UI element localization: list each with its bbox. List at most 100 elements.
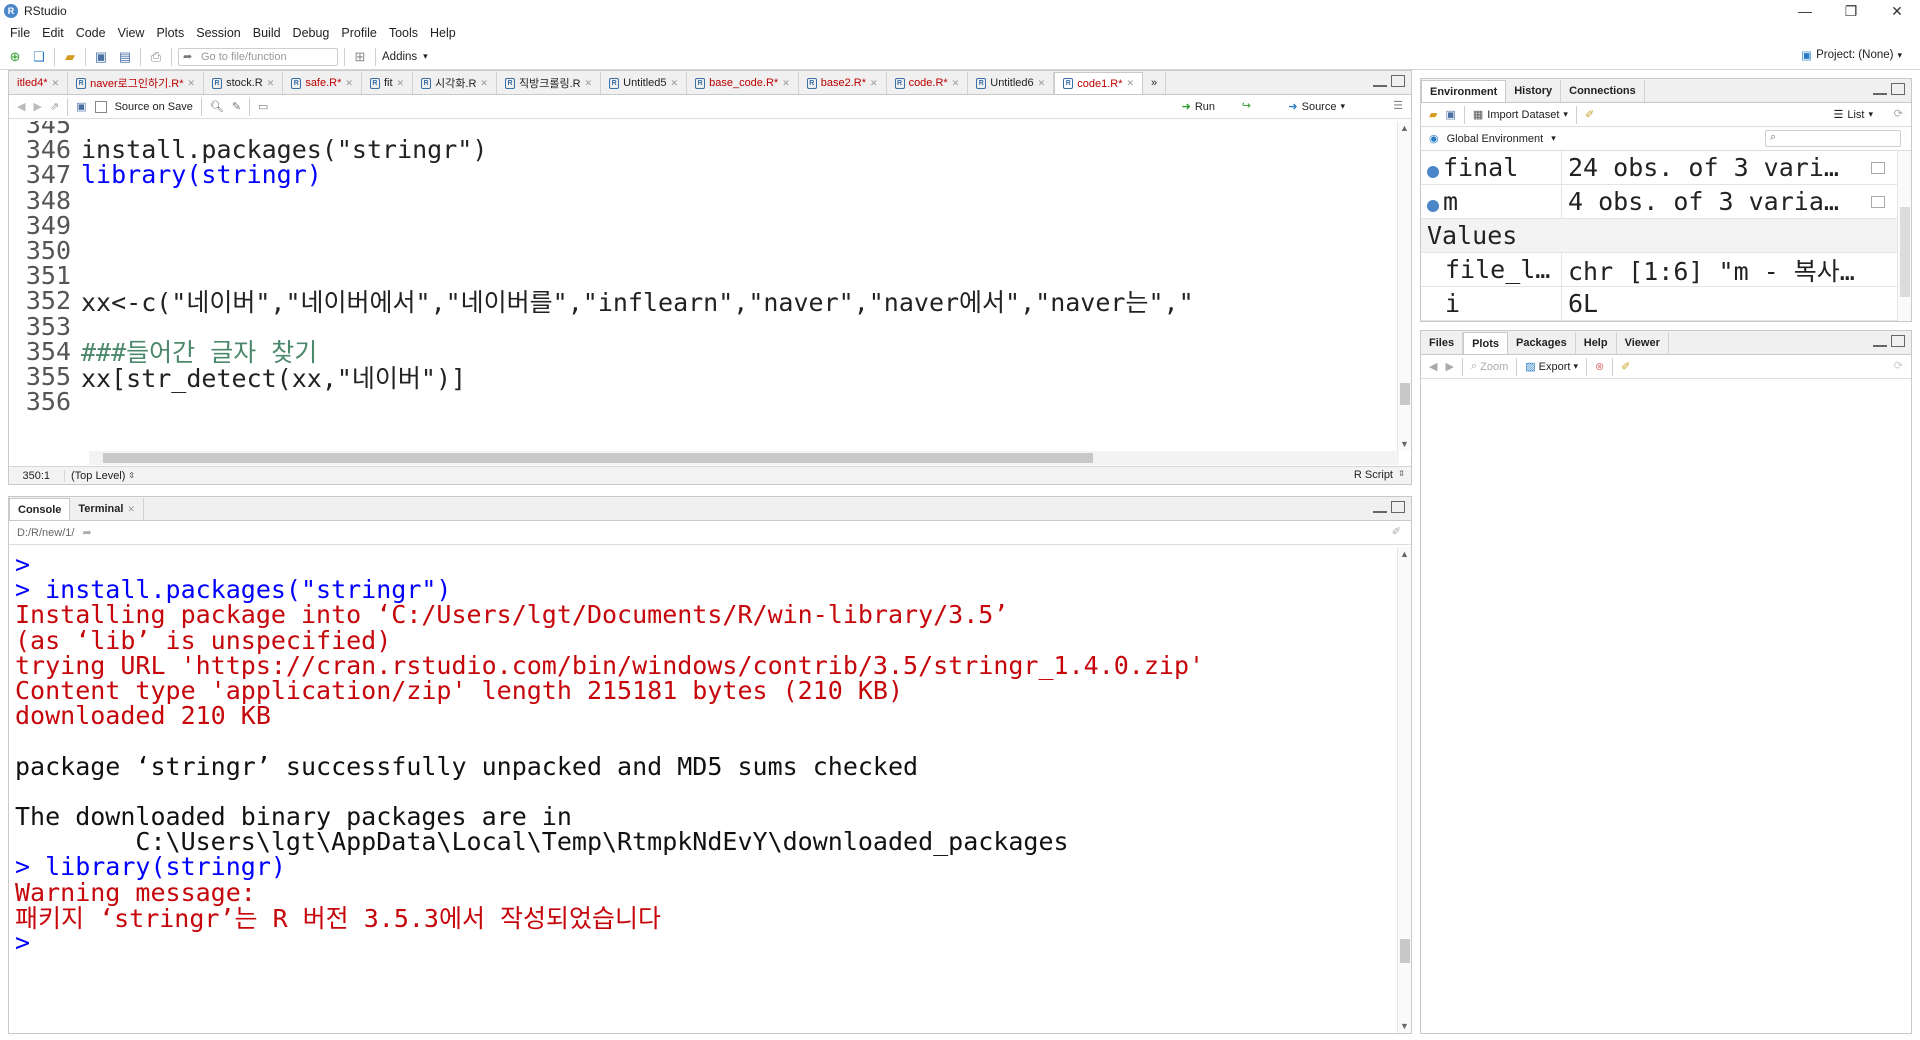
menu-plots[interactable]: Plots bbox=[150, 26, 190, 40]
clear-console-broom-icon[interactable]: ✐ bbox=[1392, 525, 1401, 538]
save-all-icon[interactable]: ▤ bbox=[116, 48, 134, 66]
import-dataset-button[interactable]: ▦ Import Dataset ▾ bbox=[1473, 108, 1568, 122]
close-icon[interactable]: ✕ bbox=[585, 78, 593, 89]
forward-arrow-icon[interactable]: ▶ bbox=[33, 100, 41, 113]
scroll-thumb[interactable] bbox=[1400, 939, 1410, 963]
editor-tab[interactable]: Rcode1.R* ✕ bbox=[1054, 72, 1144, 94]
tab-environment[interactable]: Environment bbox=[1421, 80, 1507, 102]
menu-tools[interactable]: Tools bbox=[383, 26, 424, 40]
minimize-pane-icon[interactable] bbox=[1873, 91, 1887, 95]
env-row-m[interactable]: m 4 obs. of 3 varia… bbox=[1421, 185, 1899, 219]
editor-horizontal-scrollbar[interactable] bbox=[89, 451, 1399, 465]
menu-session[interactable]: Session bbox=[190, 26, 246, 40]
editor-tab[interactable]: R Untitled6 ✕ bbox=[968, 72, 1055, 94]
close-icon[interactable]: ✕ bbox=[345, 78, 353, 89]
scroll-down-icon[interactable]: ▼ bbox=[1400, 439, 1409, 449]
save-workspace-icon[interactable]: ▣ bbox=[1445, 108, 1455, 121]
menu-debug[interactable]: Debug bbox=[287, 26, 336, 40]
scope-selector[interactable]: Global Environment bbox=[1447, 133, 1544, 145]
menu-edit[interactable]: Edit bbox=[36, 26, 70, 40]
h-scroll-thumb[interactable] bbox=[103, 453, 1093, 463]
editor-vertical-scrollbar[interactable]: ▲ ▼ bbox=[1397, 121, 1411, 451]
menu-profile[interactable]: Profile bbox=[335, 26, 382, 40]
scroll-thumb[interactable] bbox=[1900, 207, 1910, 297]
close-icon[interactable]: ✕ bbox=[671, 78, 679, 89]
source-button[interactable]: ➜ Source ▾ bbox=[1288, 100, 1345, 114]
back-arrow-icon[interactable]: ◀ bbox=[17, 100, 25, 113]
scroll-thumb[interactable] bbox=[1400, 383, 1410, 405]
editor-tab[interactable]: Rfit ✕ bbox=[362, 72, 414, 94]
close-icon[interactable]: ✕ bbox=[952, 78, 960, 89]
list-view-selector[interactable]: ☰ List ▾ bbox=[1833, 108, 1873, 122]
view-data-icon[interactable] bbox=[1871, 195, 1885, 208]
expand-icon[interactable] bbox=[1427, 200, 1439, 212]
minimize-button[interactable]: — bbox=[1782, 0, 1828, 22]
environment-search-input[interactable]: ⌕ bbox=[1765, 130, 1901, 147]
tab-help[interactable]: Help bbox=[1576, 332, 1617, 354]
scroll-down-icon[interactable]: ▼ bbox=[1400, 1021, 1409, 1031]
tab-terminal[interactable]: Terminal ✕ bbox=[70, 498, 144, 520]
menu-file[interactable]: File bbox=[4, 26, 36, 40]
document-outline-icon[interactable]: ☰ bbox=[1393, 99, 1403, 112]
grid-layout-icon[interactable]: ⊞ bbox=[351, 48, 369, 66]
scope-selector[interactable]: (Top Level) bbox=[65, 470, 125, 482]
maximize-pane-icon[interactable] bbox=[1891, 83, 1905, 95]
export-button[interactable]: ▨ Export ▾ bbox=[1525, 360, 1578, 374]
close-icon[interactable]: ✕ bbox=[267, 78, 275, 89]
expand-icon[interactable] bbox=[1427, 166, 1439, 178]
editor-tab[interactable]: Rnaver로그인하기.R* ✕ bbox=[68, 72, 205, 94]
open-folder-icon[interactable]: ▰ bbox=[61, 48, 79, 66]
back-arrow-icon[interactable]: ◀ bbox=[1429, 360, 1437, 373]
editor-tab[interactable]: R 직방크롤링.R ✕ bbox=[497, 72, 602, 94]
maximize-pane-icon[interactable] bbox=[1891, 335, 1905, 347]
new-file-icon[interactable]: ⊕ bbox=[6, 48, 24, 66]
editor-tab[interactable]: Rbase2.R* ✕ bbox=[799, 72, 887, 94]
restore-button[interactable]: ❐ bbox=[1828, 0, 1874, 22]
env-row-final[interactable]: final 24 obs. of 3 vari… bbox=[1421, 151, 1899, 185]
rerun-icon[interactable]: ↪ bbox=[1242, 99, 1251, 112]
tab-files[interactable]: Files bbox=[1421, 332, 1464, 354]
close-icon[interactable]: ✕ bbox=[870, 78, 878, 89]
close-icon[interactable]: ✕ bbox=[52, 78, 60, 89]
editor-tab[interactable]: R 시각화.R ✕ bbox=[413, 72, 497, 94]
project-menu[interactable]: ▣ Project: (None) ▾ bbox=[1801, 48, 1902, 62]
more-tabs-chevron-icon[interactable]: » bbox=[1143, 72, 1167, 94]
close-icon[interactable]: ✕ bbox=[480, 78, 488, 89]
tab-history[interactable]: History bbox=[1506, 80, 1562, 102]
close-icon[interactable]: ✕ bbox=[188, 78, 196, 89]
scroll-up-icon[interactable]: ▲ bbox=[1400, 123, 1409, 133]
tab-connections[interactable]: Connections bbox=[1561, 80, 1645, 102]
addins-menu[interactable]: Addins bbox=[382, 51, 417, 63]
magic-wand-icon[interactable]: ✎ bbox=[232, 100, 241, 113]
menu-view[interactable]: View bbox=[112, 26, 151, 40]
tab-packages[interactable]: Packages bbox=[1508, 332, 1576, 354]
scroll-up-icon[interactable]: ▲ bbox=[1400, 549, 1409, 559]
menu-build[interactable]: Build bbox=[247, 26, 287, 40]
close-icon[interactable]: ✕ bbox=[127, 504, 135, 515]
show-in-window-icon[interactable]: ⇗ bbox=[50, 100, 59, 113]
chevron-down-icon[interactable]: ▾ bbox=[1551, 133, 1556, 144]
code-area[interactable]: 345 346 install.packages("stringr") 347 libr… bbox=[9, 121, 1399, 451]
clear-broom-icon[interactable]: ✐ bbox=[1585, 108, 1594, 121]
env-row-file-list[interactable]: file_l… chr [1:6] "m - 복사… bbox=[1421, 253, 1899, 287]
close-icon[interactable]: ✕ bbox=[397, 78, 405, 89]
tab-console[interactable]: Console bbox=[9, 498, 71, 520]
refresh-icon[interactable]: ⟳ bbox=[1894, 359, 1903, 372]
file-type-selector[interactable]: R Script bbox=[1354, 469, 1393, 481]
new-project-icon[interactable]: ❏ bbox=[30, 48, 48, 66]
zoom-button[interactable]: ⌕ Zoom bbox=[1471, 360, 1508, 373]
minimize-pane-icon[interactable] bbox=[1373, 509, 1387, 513]
tab-viewer[interactable]: Viewer bbox=[1617, 332, 1669, 354]
console-output[interactable]: > > install.packages("stringr") Installing… bbox=[9, 547, 1397, 1033]
menu-help[interactable]: Help bbox=[424, 26, 462, 40]
menu-code[interactable]: Code bbox=[70, 26, 112, 40]
maximize-pane-icon[interactable] bbox=[1391, 501, 1405, 513]
close-icon[interactable]: ✕ bbox=[1038, 78, 1046, 89]
save-icon[interactable]: ▣ bbox=[76, 100, 86, 113]
env-row-i[interactable]: i 6L bbox=[1421, 287, 1899, 321]
load-workspace-icon[interactable]: ▰ bbox=[1429, 108, 1437, 121]
print-icon[interactable]: ⎙ bbox=[147, 48, 165, 66]
editor-tab[interactable]: Rbase_code.R* ✕ bbox=[687, 72, 799, 94]
goto-file-input[interactable]: ➦ Go to file/function bbox=[178, 47, 338, 66]
remove-plot-icon[interactable]: ⊗ bbox=[1595, 360, 1604, 373]
